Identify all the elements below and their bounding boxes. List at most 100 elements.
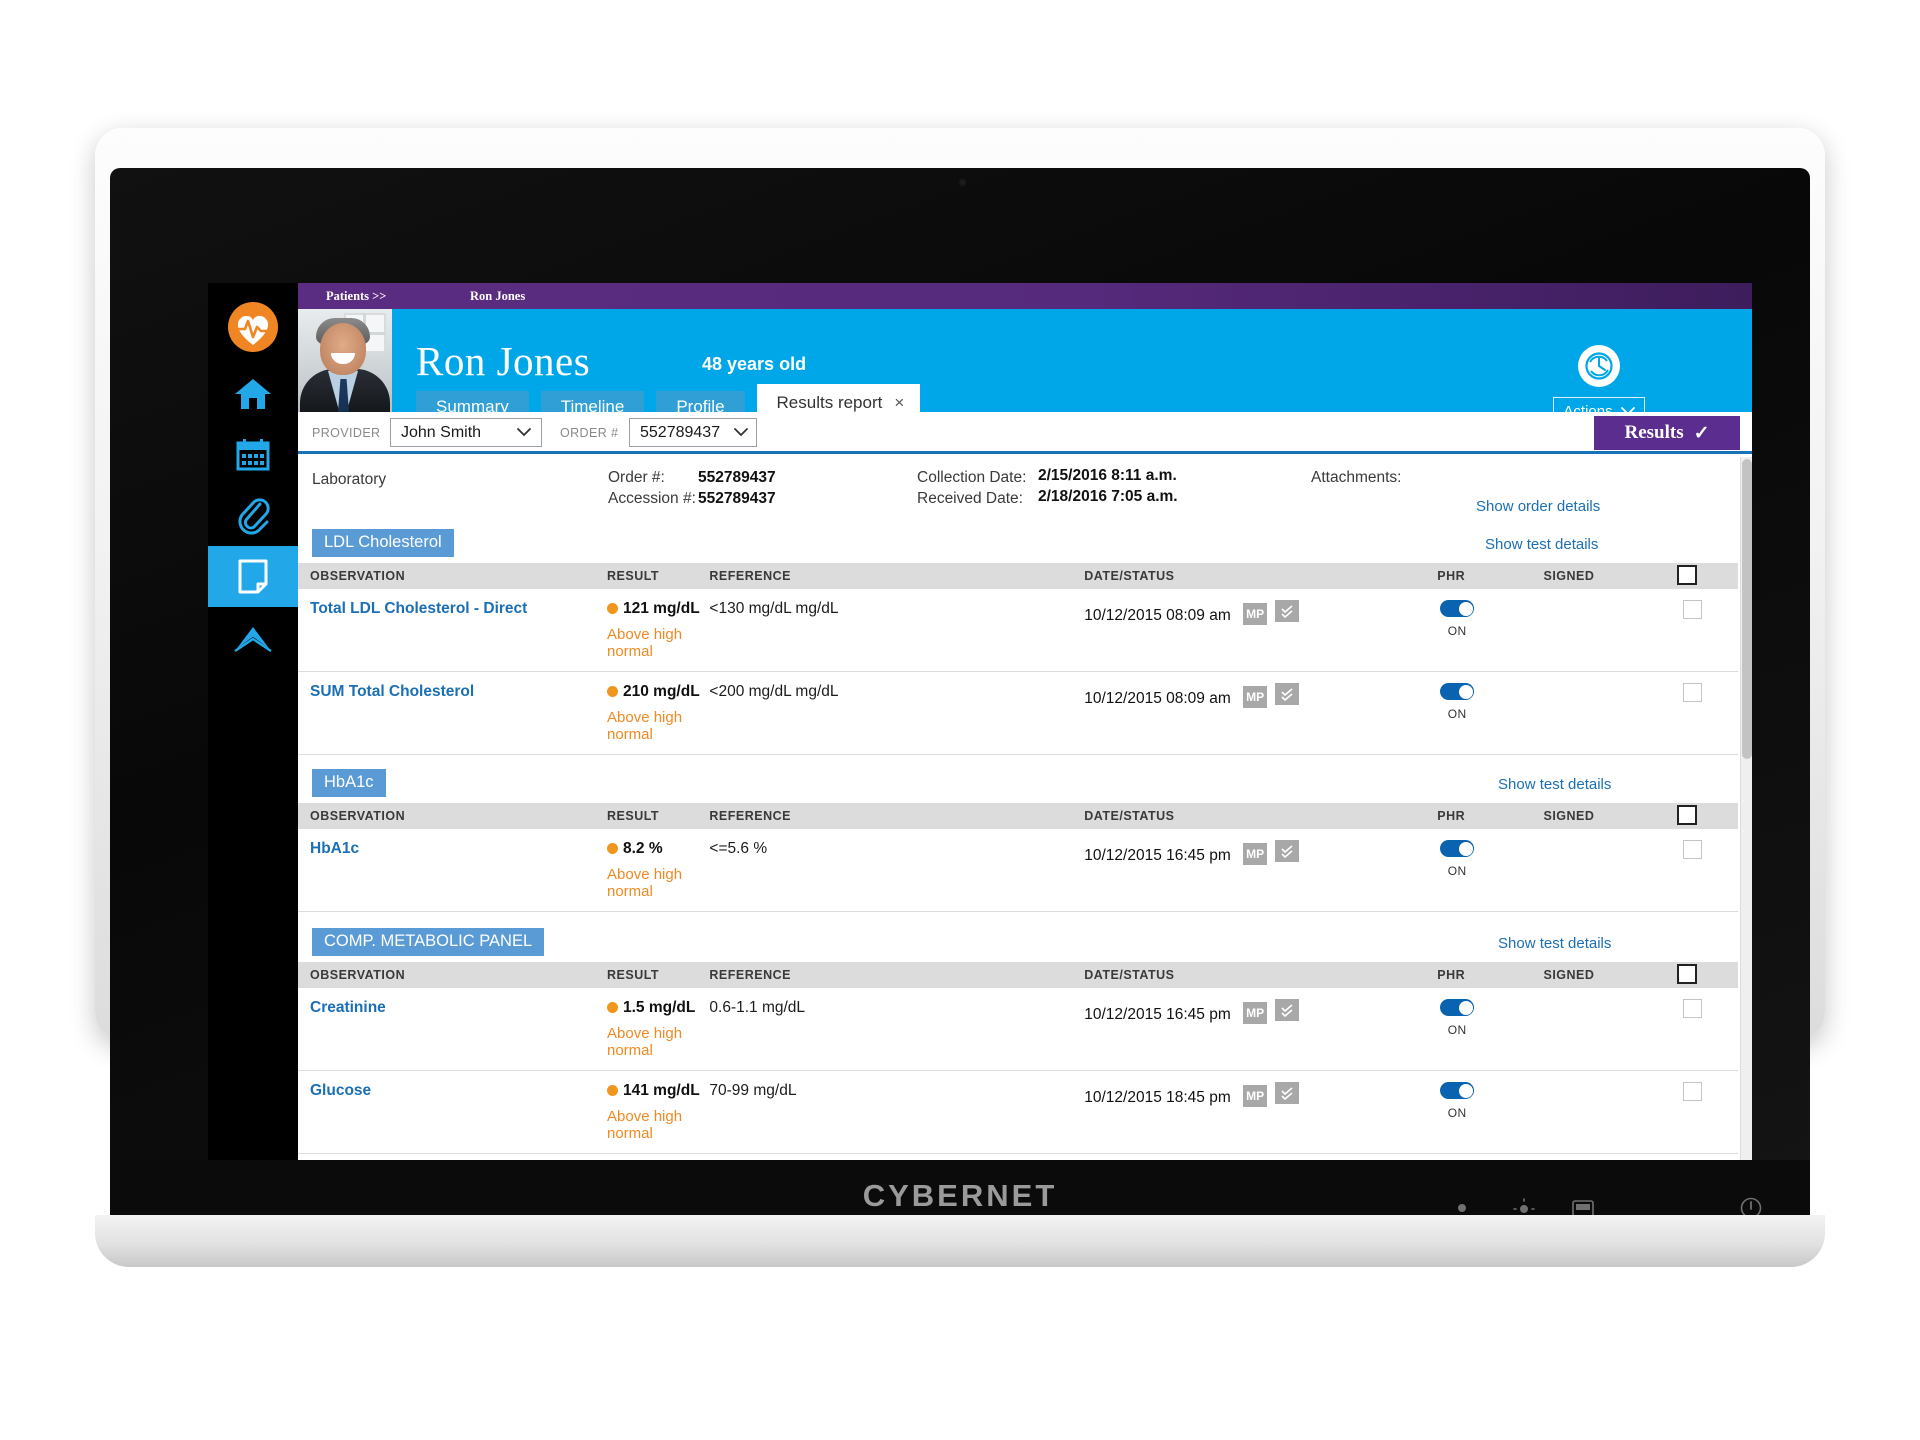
verified-check-icon[interactable]: [1275, 1082, 1300, 1104]
lab-meta: Laboratory Order #: 552789437 Accession …: [298, 457, 1752, 519]
received-date-value: 2/18/2016 7:05 a.m.: [1038, 488, 1178, 505]
col-reference: REFERENCE: [697, 803, 1073, 829]
signed-checkbox[interactable]: [1683, 1082, 1703, 1101]
show-test-details-link-ldl[interactable]: Show test details: [1485, 536, 1598, 553]
verified-check-icon[interactable]: [1275, 840, 1300, 862]
mp-badge-icon[interactable]: MP: [1243, 1085, 1268, 1107]
webcam-icon: [958, 178, 967, 187]
observation-name[interactable]: SUM Total Cholesterol: [310, 683, 595, 701]
sidebar-item-calendar[interactable]: [208, 424, 298, 485]
mp-badge-icon[interactable]: MP: [1243, 686, 1268, 708]
phr-toggle[interactable]: [1440, 683, 1475, 700]
phr-toggle-state: ON: [1447, 624, 1467, 638]
table-row[interactable]: Glucose 141 mg/dL Above high normal 70-9…: [298, 1070, 1738, 1154]
accession-number-value: 552789437: [698, 490, 776, 507]
col-date-status: DATE/STATUS: [1072, 803, 1400, 829]
date-status: 10/12/2015 08:09 am: [1084, 607, 1231, 624]
col-phr: PHR: [1399, 962, 1503, 988]
table-header-row: OBSERVATION RESULT REFERENCE DATE/STATUS…: [298, 803, 1738, 829]
date-status: 10/12/2015 08:09 am: [1084, 690, 1231, 707]
observation-name[interactable]: HbA1c: [310, 840, 595, 858]
provider-select[interactable]: John Smith: [390, 418, 542, 447]
observation-name[interactable]: Total LDL Cholesterol - Direct: [310, 600, 595, 618]
result-value: 121 mg/dL: [623, 600, 700, 617]
monitor-brand-label: CYBERNET: [862, 1178, 1058, 1213]
signed-checkbox[interactable]: [1683, 999, 1703, 1018]
sidebar-item-attachments[interactable]: [208, 485, 298, 546]
mp-badge-icon[interactable]: MP: [1243, 603, 1268, 625]
verified-check-icon[interactable]: [1275, 999, 1300, 1021]
sidebar-item-messages[interactable]: [208, 607, 298, 668]
order-number-select[interactable]: 552789437: [629, 418, 757, 447]
calendar-icon: [236, 438, 270, 470]
mp-badge-icon[interactable]: MP: [1243, 1002, 1268, 1024]
result-flag: Above high normal: [607, 866, 683, 900]
phr-toggle[interactable]: [1440, 600, 1475, 617]
results-button[interactable]: Results ✓: [1594, 416, 1740, 450]
signed-checkbox[interactable]: [1683, 600, 1703, 619]
order-number-meta-value: 552789437: [698, 469, 776, 486]
col-reference: REFERENCE: [697, 962, 1073, 988]
table-row[interactable]: SUM Total Cholesterol 210 mg/dL Above hi…: [298, 671, 1738, 755]
phr-toggle-state: ON: [1447, 864, 1467, 878]
verified-check-icon[interactable]: [1275, 600, 1300, 622]
show-test-details-link-hba1c[interactable]: Show test details: [1498, 776, 1611, 793]
provider-label: PROVIDER: [312, 426, 381, 440]
show-order-details-link[interactable]: Show order details: [1476, 498, 1600, 515]
refresh-clock-icon[interactable]: [1578, 345, 1620, 387]
result-flag: Above high normal: [607, 626, 683, 660]
result-flag: Above high normal: [607, 1108, 683, 1142]
reference-range: <200 mg/dL mg/dL: [709, 683, 839, 700]
reference-range: 0.6-1.1 mg/dL: [709, 999, 806, 1016]
envelope-icon: [234, 626, 272, 652]
phr-toggle[interactable]: [1440, 840, 1475, 857]
col-result: RESULT: [595, 962, 698, 988]
provider-filter-bar: PROVIDER John Smith ORDER # 552789437 Re…: [298, 412, 1752, 454]
table-row[interactable]: HbA1c 8.2 % Above high normal <=5.6 % 10…: [298, 829, 1738, 912]
lab-source: Laboratory: [312, 471, 387, 488]
order-number-value: 552789437: [640, 423, 721, 441]
attachments-label: Attachments:: [1311, 469, 1402, 486]
phr-toggle[interactable]: [1440, 999, 1475, 1016]
signed-checkbox[interactable]: [1683, 840, 1703, 859]
observation-name[interactable]: Glucose: [310, 1082, 595, 1100]
vertical-scrollbar[interactable]: [1740, 457, 1752, 1162]
observation-name[interactable]: Creatinine: [310, 999, 595, 1017]
show-test-details-link-cmp[interactable]: Show test details: [1498, 935, 1611, 952]
col-observation: OBSERVATION: [298, 962, 595, 988]
col-signed: SIGNED: [1502, 962, 1636, 988]
document-icon: [238, 559, 268, 593]
panel-title-ldl: LDL Cholesterol: [312, 529, 454, 557]
screenshot-root: Patients >> Ron Jones Ron Jones 48 years…: [0, 0, 1920, 1440]
abnormal-dot-icon: [607, 1085, 618, 1096]
avatar: [298, 309, 392, 412]
home-icon: [235, 378, 271, 409]
signed-checkbox[interactable]: [1683, 683, 1703, 702]
select-all-signed-checkbox[interactable]: [1635, 803, 1738, 829]
scrollbar-thumb[interactable]: [1742, 459, 1752, 759]
select-all-signed-checkbox[interactable]: [1635, 563, 1738, 589]
abnormal-dot-icon: [607, 1002, 618, 1013]
table-header-row: OBSERVATION RESULT REFERENCE DATE/STATUS…: [298, 962, 1738, 988]
breadcrumb-patients-link[interactable]: Patients >>: [326, 289, 386, 304]
select-all-signed-checkbox[interactable]: [1635, 962, 1738, 988]
verified-check-icon[interactable]: [1275, 683, 1300, 705]
table-row[interactable]: Creatinine 1.5 mg/dL Above high normal 0…: [298, 988, 1738, 1071]
order-number-meta-label: Order #:: [608, 469, 665, 486]
date-status: 10/12/2015 18:45 pm: [1084, 1089, 1231, 1106]
accession-number-label: Accession #:: [608, 490, 696, 507]
panel-title-cmp: COMP. METABOLIC PANEL: [312, 928, 545, 956]
phr-toggle[interactable]: [1440, 1082, 1475, 1099]
sidebar-item-documents[interactable]: [208, 546, 298, 607]
breadcrumb-patient-name[interactable]: Ron Jones: [470, 289, 525, 304]
monitor-bezel-bottom: [95, 1215, 1825, 1267]
col-phr: PHR: [1399, 803, 1503, 829]
table-row[interactable]: Total LDL Cholesterol - Direct 121 mg/dL…: [298, 589, 1738, 672]
close-icon[interactable]: ×: [894, 393, 904, 413]
results-report-body: Laboratory Order #: 552789437 Accession …: [298, 457, 1752, 1162]
sidebar-item-home[interactable]: [208, 363, 298, 424]
abnormal-dot-icon: [607, 686, 618, 697]
mp-badge-icon[interactable]: MP: [1243, 843, 1268, 865]
provider-select-value: John Smith: [401, 423, 482, 441]
results-table-ldl: OBSERVATION RESULT REFERENCE DATE/STATUS…: [298, 563, 1738, 755]
